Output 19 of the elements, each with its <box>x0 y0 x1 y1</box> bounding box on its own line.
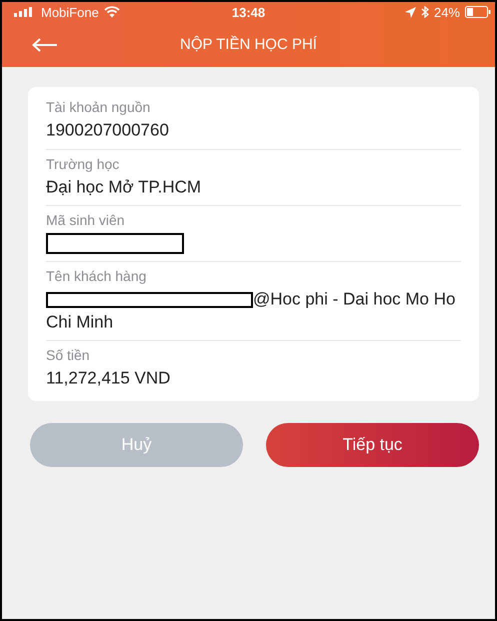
field-label: Tài khoản nguồn <box>46 99 152 115</box>
field-value: 1900207000760 <box>46 120 169 140</box>
wifi-icon <box>104 6 120 18</box>
screen-title: NỘP TIỀN HỌC PHÍ <box>180 36 317 53</box>
bluetooth-icon <box>420 6 429 18</box>
field-label: Mã sinh viên <box>46 212 126 228</box>
field-label: Số tiền <box>46 347 91 364</box>
clock-time: 13:48 <box>232 4 266 20</box>
battery-percent: 24% <box>434 4 460 20</box>
continue-button[interactable]: Tiếp tục <box>266 422 479 467</box>
field-label: Tên khách hàng <box>46 268 148 284</box>
field-value: @Hoc phi - Dai hoc Mo Ho Chi Minh <box>46 290 456 332</box>
field-value: 11,272,415 VND <box>46 368 170 388</box>
location-icon <box>404 6 416 18</box>
field-value: Đại học Mở TP.HCM <box>46 177 202 196</box>
carrier-name: MobiFone <box>41 4 99 20</box>
back-arrow-icon[interactable] <box>32 38 58 52</box>
battery-icon <box>465 6 491 18</box>
field-label: Trường học <box>46 156 120 172</box>
